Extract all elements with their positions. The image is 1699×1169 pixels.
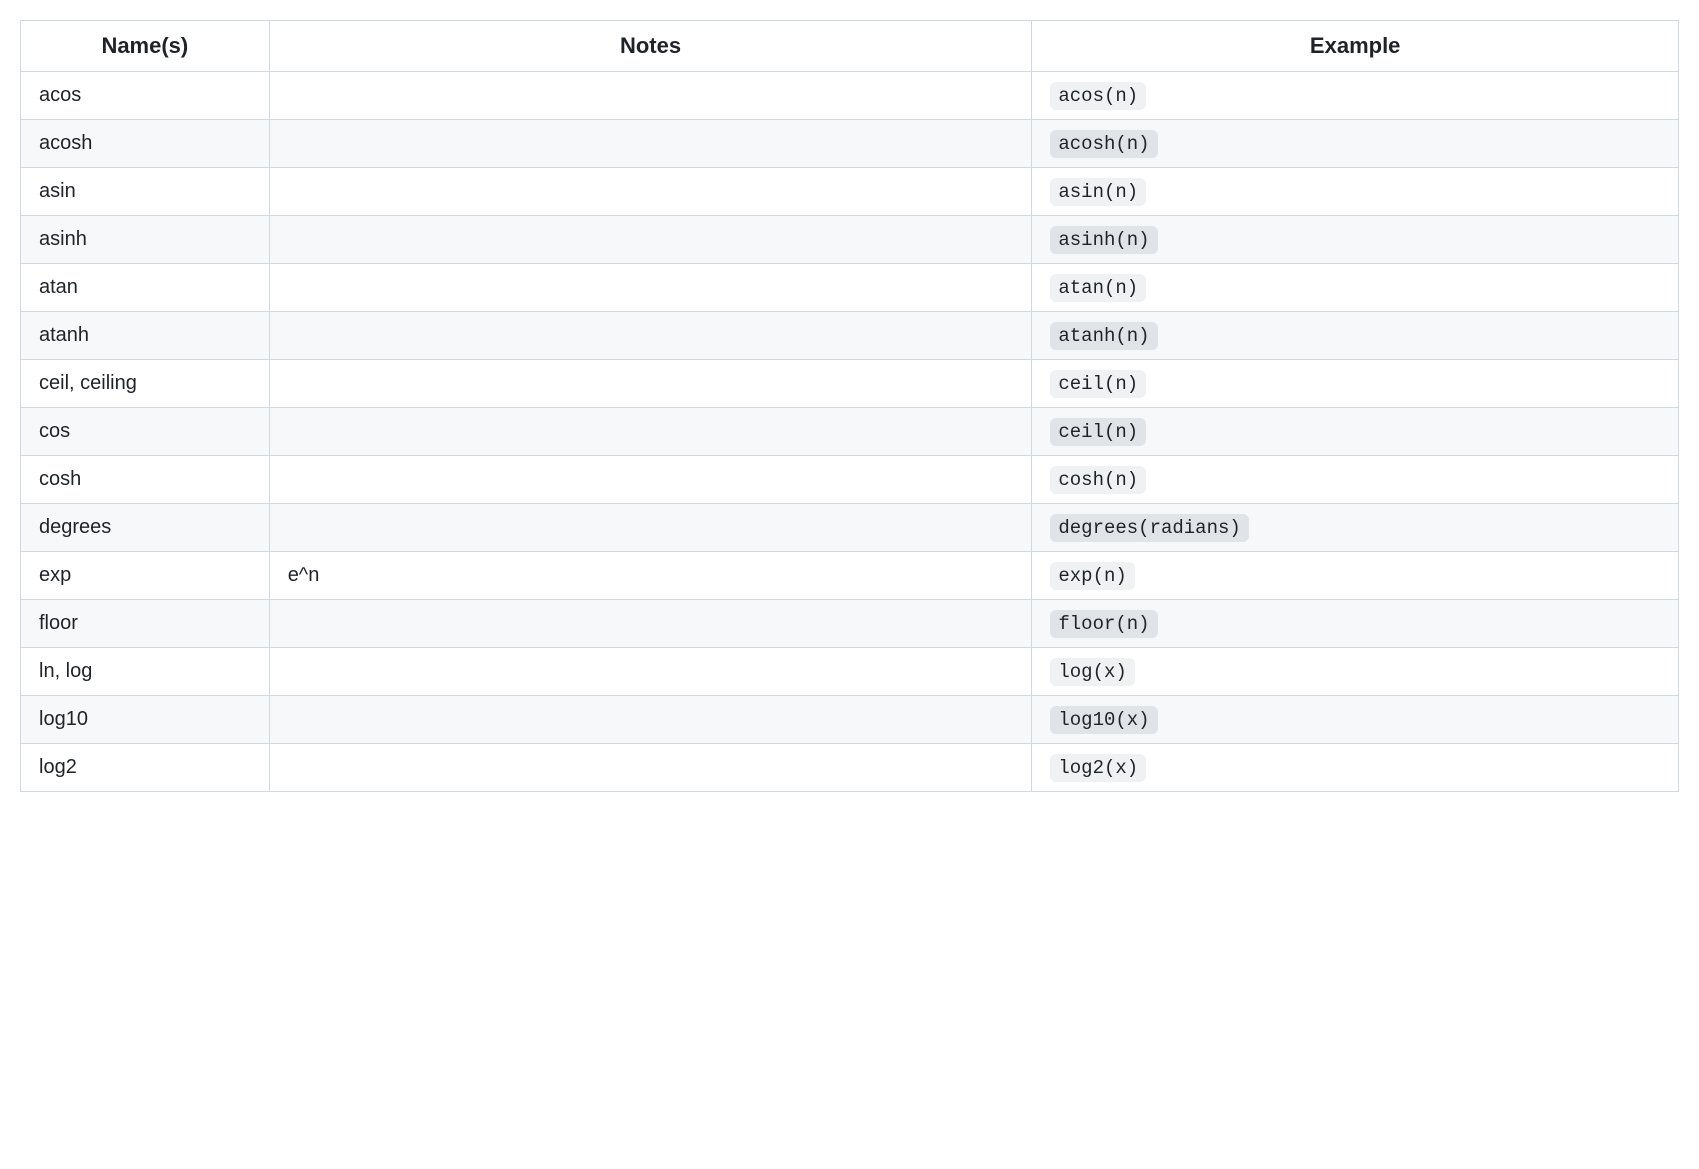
cell-notes (269, 696, 1032, 744)
cell-names: floor (21, 600, 270, 648)
cell-example: ceil(n) (1032, 360, 1679, 408)
cell-names: atanh (21, 312, 270, 360)
header-notes: Notes (269, 21, 1032, 72)
cell-notes (269, 600, 1032, 648)
table-row: log10 log10(x) (21, 696, 1679, 744)
cell-notes (269, 72, 1032, 120)
cell-example: acosh(n) (1032, 120, 1679, 168)
cell-names: ln, log (21, 648, 270, 696)
cell-notes (269, 744, 1032, 792)
cell-example: ceil(n) (1032, 408, 1679, 456)
cell-notes: e^n (269, 552, 1032, 600)
cell-names: acosh (21, 120, 270, 168)
cell-example: cosh(n) (1032, 456, 1679, 504)
example-code: log(x) (1050, 658, 1134, 686)
table-row: degrees degrees(radians) (21, 504, 1679, 552)
cell-notes (269, 120, 1032, 168)
cell-notes (269, 168, 1032, 216)
example-code: acosh(n) (1050, 130, 1157, 158)
table-header-row: Name(s) Notes Example (21, 21, 1679, 72)
example-code: asinh(n) (1050, 226, 1157, 254)
table-row: asinh asinh(n) (21, 216, 1679, 264)
cell-notes (269, 504, 1032, 552)
example-code: floor(n) (1050, 610, 1157, 638)
cell-example: floor(n) (1032, 600, 1679, 648)
table-row: ln, log log(x) (21, 648, 1679, 696)
example-code: atanh(n) (1050, 322, 1157, 350)
functions-table: Name(s) Notes Example acosacos(n)acoshac… (20, 20, 1679, 792)
cell-names: cos (21, 408, 270, 456)
table-row: cosh cosh(n) (21, 456, 1679, 504)
cell-notes (269, 312, 1032, 360)
example-code: cosh(n) (1050, 466, 1146, 494)
table-row: atan atan(n) (21, 264, 1679, 312)
example-code: log10(x) (1050, 706, 1157, 734)
example-code: asin(n) (1050, 178, 1146, 206)
header-names: Name(s) (21, 21, 270, 72)
cell-example: asin(n) (1032, 168, 1679, 216)
example-code: exp(n) (1050, 562, 1134, 590)
cell-notes (269, 456, 1032, 504)
cell-example: log2(x) (1032, 744, 1679, 792)
cell-example: asinh(n) (1032, 216, 1679, 264)
cell-example: acos(n) (1032, 72, 1679, 120)
cell-example: log10(x) (1032, 696, 1679, 744)
cell-names: asinh (21, 216, 270, 264)
cell-names: atan (21, 264, 270, 312)
cell-example: atanh(n) (1032, 312, 1679, 360)
cell-notes (269, 216, 1032, 264)
cell-names: log10 (21, 696, 270, 744)
example-code: ceil(n) (1050, 370, 1146, 398)
example-code: log2(x) (1050, 754, 1146, 782)
cell-names: asin (21, 168, 270, 216)
cell-names: acos (21, 72, 270, 120)
cell-names: exp (21, 552, 270, 600)
table-row: expe^n exp(n) (21, 552, 1679, 600)
table-row: log2 log2(x) (21, 744, 1679, 792)
cell-notes (269, 408, 1032, 456)
cell-names: log2 (21, 744, 270, 792)
table-row: floor floor(n) (21, 600, 1679, 648)
table-row: asin asin(n) (21, 168, 1679, 216)
table-row: cos ceil(n) (21, 408, 1679, 456)
table-row: acosh acosh(n) (21, 120, 1679, 168)
cell-example: atan(n) (1032, 264, 1679, 312)
header-example: Example (1032, 21, 1679, 72)
example-code: acos(n) (1050, 82, 1146, 110)
example-code: atan(n) (1050, 274, 1146, 302)
example-code: degrees(radians) (1050, 514, 1248, 542)
cell-names: cosh (21, 456, 270, 504)
cell-example: log(x) (1032, 648, 1679, 696)
cell-example: degrees(radians) (1032, 504, 1679, 552)
cell-notes (269, 264, 1032, 312)
cell-names: degrees (21, 504, 270, 552)
table-row: atanh atanh(n) (21, 312, 1679, 360)
example-code: ceil(n) (1050, 418, 1146, 446)
table-row: ceil, ceiling ceil(n) (21, 360, 1679, 408)
cell-notes (269, 360, 1032, 408)
cell-example: exp(n) (1032, 552, 1679, 600)
cell-notes (269, 648, 1032, 696)
cell-names: ceil, ceiling (21, 360, 270, 408)
table-row: acos acos(n) (21, 72, 1679, 120)
